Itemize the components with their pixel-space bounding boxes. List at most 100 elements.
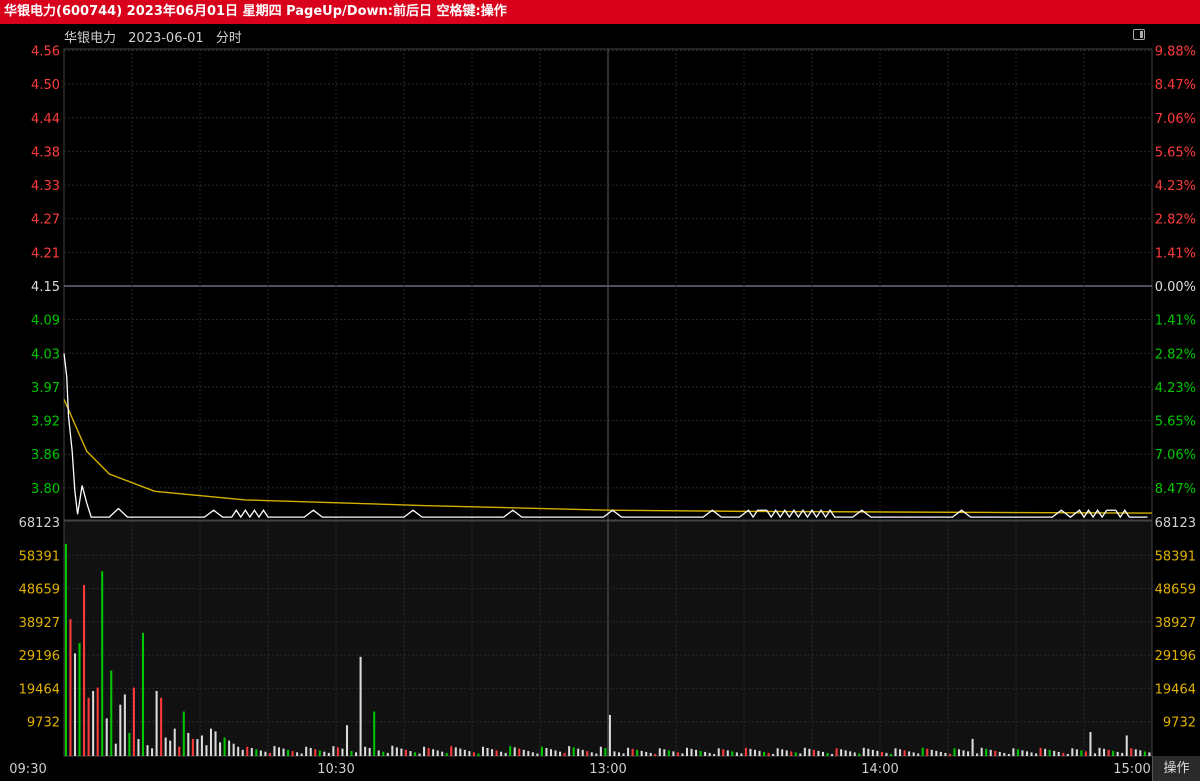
volume-bar bbox=[1062, 752, 1065, 756]
volume-bar bbox=[595, 753, 598, 756]
volume-bar bbox=[477, 753, 480, 756]
volume-bar bbox=[1071, 748, 1074, 756]
volume-bar bbox=[200, 735, 203, 756]
volume-bar bbox=[164, 737, 167, 756]
volume-bar bbox=[622, 753, 625, 756]
volume-bar bbox=[581, 749, 584, 756]
volume-bar bbox=[196, 739, 199, 756]
volume-bar bbox=[880, 751, 883, 756]
percent-tick-label: 5.65% bbox=[1155, 415, 1196, 430]
volume-bar bbox=[930, 749, 933, 756]
volume-bar bbox=[590, 752, 593, 756]
volume-bar bbox=[1035, 753, 1038, 756]
intraday-chart: 4.56 9.88% 4.50 8.47% 4.44 7.06% 4.38 5.65% 4.33… bbox=[9, 45, 1196, 778]
percent-tick-label: 1.41% bbox=[1155, 314, 1196, 329]
volume-bar bbox=[885, 752, 888, 756]
volume-bar bbox=[763, 751, 766, 756]
volume-bar bbox=[876, 750, 879, 756]
volume-bar bbox=[599, 746, 602, 756]
volume-bar bbox=[373, 711, 376, 756]
volume-bar bbox=[667, 750, 670, 756]
volume-bar bbox=[504, 752, 507, 756]
volume-bar bbox=[101, 571, 104, 756]
volume-bar bbox=[545, 747, 548, 756]
volume-bar bbox=[486, 747, 489, 756]
volume-bar bbox=[563, 752, 566, 756]
volume-bar bbox=[867, 748, 870, 756]
volume-bar bbox=[849, 751, 852, 756]
volume-bar bbox=[980, 747, 983, 756]
volume-bar bbox=[654, 753, 657, 756]
price-tick-label: 4.44 bbox=[31, 112, 60, 127]
volume-bar bbox=[1044, 748, 1047, 756]
volume-bar bbox=[821, 751, 825, 756]
volume-tick-label-right: 19464 bbox=[1155, 682, 1196, 697]
volume-bar bbox=[327, 752, 330, 756]
volume-tick-label: 48659 bbox=[19, 583, 60, 598]
volume-bar bbox=[1057, 751, 1060, 756]
volume-bar bbox=[395, 747, 398, 756]
volume-bar bbox=[640, 750, 643, 756]
volume-bar bbox=[305, 746, 308, 756]
time-tick-label: 14:00 bbox=[861, 762, 898, 777]
time-tick-label: 13:00 bbox=[589, 762, 626, 777]
volume-bar bbox=[627, 747, 630, 756]
volume-bar bbox=[568, 746, 571, 756]
volume-bar bbox=[1139, 750, 1142, 756]
volume-tick-label-right: 38927 bbox=[1155, 616, 1196, 631]
volume-bar bbox=[468, 751, 471, 756]
volume-bar bbox=[459, 748, 462, 756]
volume-bar bbox=[586, 751, 589, 756]
volume-bar bbox=[989, 749, 992, 756]
volume-bar bbox=[1075, 749, 1078, 756]
price-tick-label: 4.03 bbox=[31, 347, 60, 362]
volume-bar bbox=[255, 749, 258, 756]
volume-bar bbox=[695, 749, 698, 756]
volume-bar bbox=[894, 748, 897, 756]
volume-bar bbox=[681, 753, 684, 756]
percent-tick-label: 2.82% bbox=[1155, 213, 1196, 228]
volume-bar bbox=[259, 750, 262, 756]
volume-bar bbox=[649, 752, 652, 756]
volume-tick-label: 68123 bbox=[19, 516, 60, 531]
volume-bar bbox=[332, 746, 335, 756]
volume-bar bbox=[608, 714, 611, 756]
volume-bar bbox=[1066, 753, 1069, 756]
volume-bar bbox=[617, 752, 621, 756]
operate-button[interactable]: 操作 bbox=[1152, 756, 1200, 781]
volume-bar bbox=[250, 747, 253, 756]
volume-bar bbox=[645, 751, 648, 756]
volume-bar bbox=[182, 711, 185, 756]
volume-bar bbox=[889, 753, 893, 756]
volume-bar bbox=[971, 738, 974, 756]
volume-bar bbox=[844, 750, 847, 756]
volume-bar bbox=[540, 746, 543, 756]
volume-bar bbox=[1007, 753, 1010, 756]
volume-bar bbox=[368, 747, 371, 756]
volume-bar bbox=[119, 704, 122, 756]
price-tick-label: 3.80 bbox=[31, 482, 60, 497]
volume-bar bbox=[151, 748, 154, 756]
volume-bar bbox=[445, 752, 448, 756]
volume-bar bbox=[191, 738, 194, 756]
price-tick-label: 4.09 bbox=[31, 314, 60, 329]
volume-bar bbox=[740, 753, 743, 756]
volume-bar bbox=[713, 753, 716, 756]
volume-bar bbox=[377, 750, 380, 756]
volume-tick-label-right: 48659 bbox=[1155, 583, 1196, 598]
volume-bar bbox=[926, 748, 929, 756]
volume-bar bbox=[491, 749, 494, 756]
volume-bar bbox=[613, 751, 616, 756]
volume-bar bbox=[318, 750, 321, 756]
volume-bar bbox=[427, 747, 430, 756]
volume-bar bbox=[717, 748, 720, 756]
volume-bar bbox=[314, 749, 317, 756]
volume-bar bbox=[976, 753, 979, 756]
volume-bar bbox=[214, 731, 217, 756]
volume-bar bbox=[404, 749, 407, 756]
volume-bar bbox=[1080, 750, 1083, 756]
volume-tick-label-right: 68123 bbox=[1155, 516, 1196, 531]
volume-bar bbox=[1093, 753, 1097, 756]
volume-bar bbox=[132, 687, 135, 756]
volume-bar bbox=[282, 748, 285, 756]
